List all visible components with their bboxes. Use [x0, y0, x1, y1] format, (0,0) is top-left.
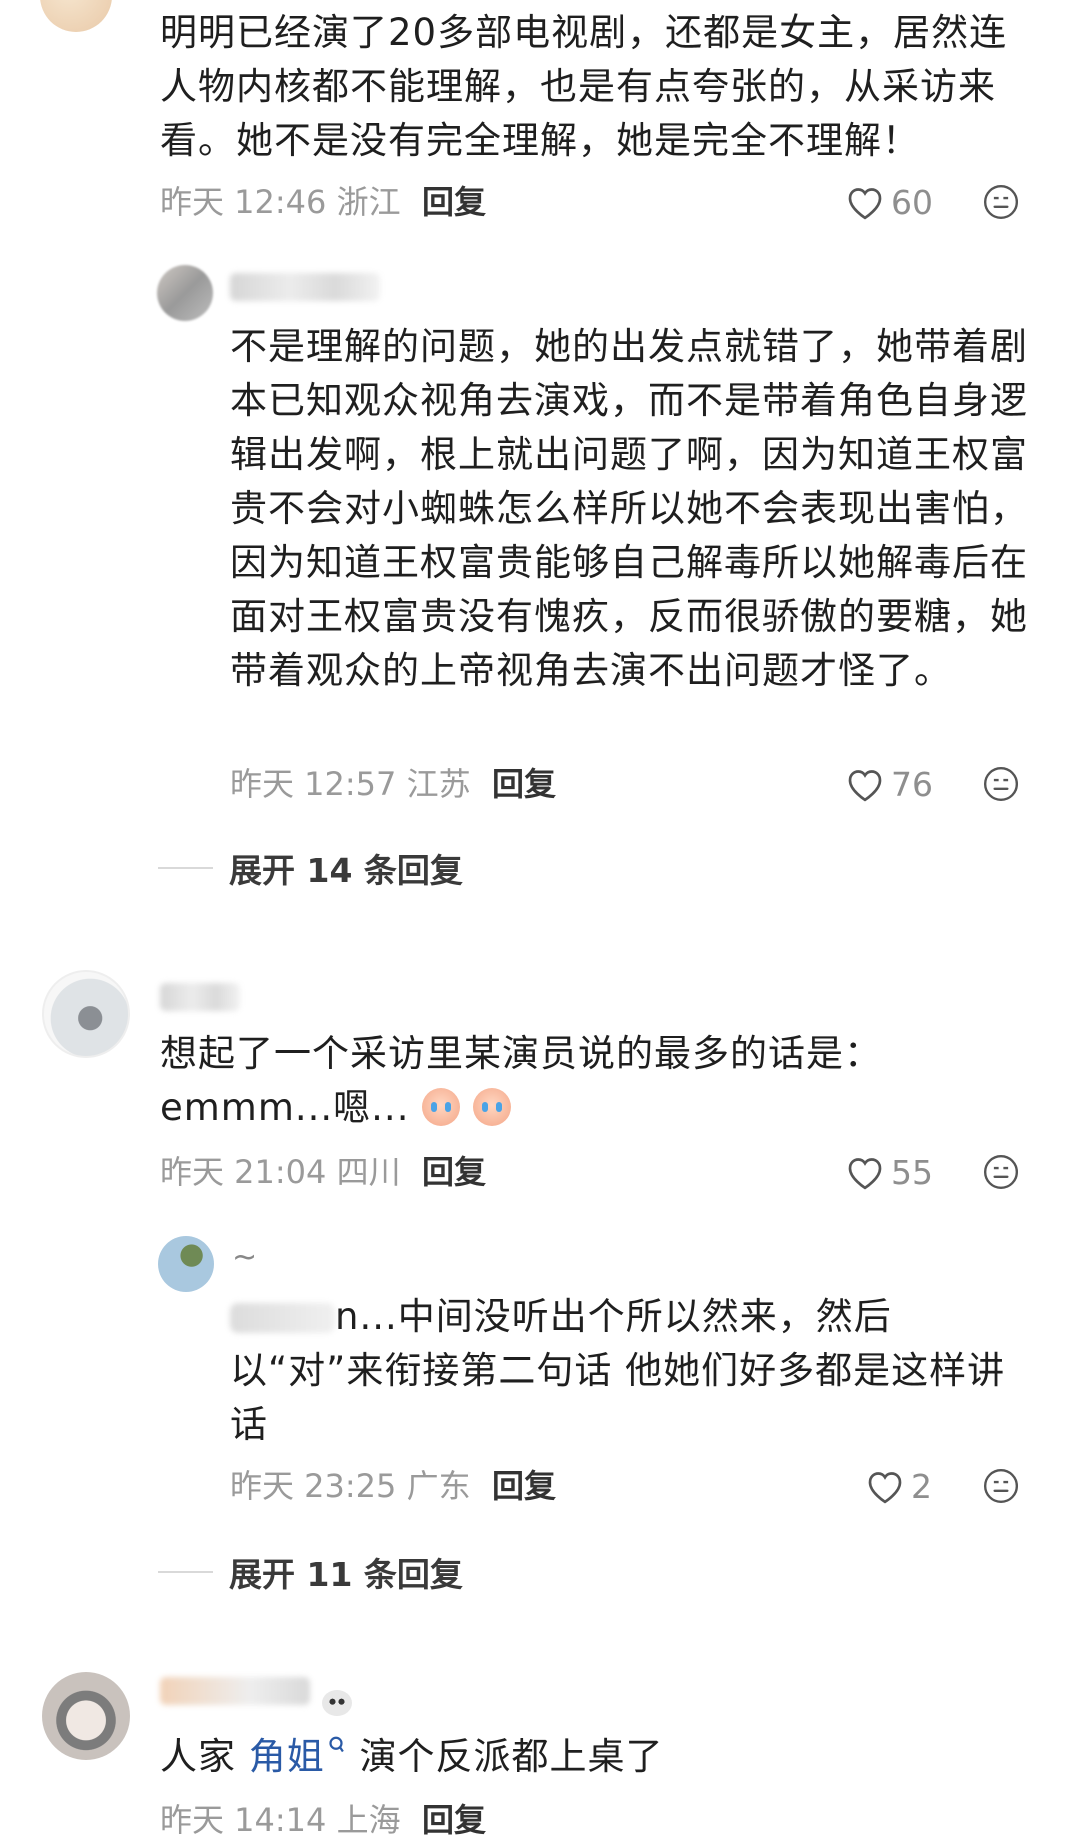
- like-button[interactable]: 2: [865, 1464, 932, 1508]
- like-button[interactable]: 60: [845, 180, 933, 224]
- crying-emoji-icon: [422, 1088, 461, 1126]
- comment-text: 想起了一个采访里某演员说的最多的话是：emmm...嗯...: [160, 1032, 882, 1129]
- like-count: 2: [911, 1466, 932, 1506]
- username-blurred: [230, 273, 380, 301]
- emoji-icon[interactable]: [982, 1467, 1020, 1505]
- like-button[interactable]: 76: [845, 762, 933, 806]
- reply-button[interactable]: 回复: [422, 1152, 486, 1192]
- avatar[interactable]: [40, 0, 112, 32]
- heart-icon: [848, 188, 882, 220]
- expand-replies[interactable]: 展开 11 条回复: [158, 1550, 463, 1594]
- crying-emoji-icon: [473, 1088, 511, 1126]
- divider: [158, 1571, 213, 1573]
- username-blurred: [160, 983, 240, 1011]
- divider: [158, 867, 213, 869]
- expand-replies[interactable]: 展开 14 条回复: [158, 846, 463, 890]
- emoji-icon[interactable]: [982, 1153, 1020, 1191]
- like-count: 60: [891, 182, 933, 222]
- mention-link[interactable]: 角姐: [249, 1735, 325, 1778]
- comment-meta: 昨天 21:04 四川: [160, 1153, 401, 1191]
- reply-text: 不是理解的问题，她的出发点就错了，她带着剧本已知观众视角去演戏，而不是带着角色自…: [230, 325, 1028, 692]
- reply-button[interactable]: 回复: [492, 1466, 556, 1506]
- heart-icon: [848, 770, 882, 802]
- username: ~: [232, 1240, 258, 1275]
- comment-meta: 昨天 14:14 上海: [160, 1801, 401, 1839]
- comment-text: 明明已经演了20多部电视剧，还都是女主，居然连人物内核都不能理解，也是有点夸张的…: [160, 11, 1008, 162]
- avatar[interactable]: [157, 265, 213, 321]
- comment-text: 人家 角姐 演个反派都上桌了: [160, 1735, 664, 1778]
- blurred-mention: [230, 1303, 335, 1333]
- reply-button[interactable]: 回复: [422, 1800, 486, 1840]
- like-count: 76: [891, 764, 933, 804]
- heart-icon: [868, 1472, 902, 1504]
- avatar[interactable]: [42, 970, 130, 1058]
- reply-button[interactable]: 回复: [422, 182, 486, 222]
- like-button[interactable]: 55: [845, 1150, 933, 1194]
- reply-text: n...中间没听出个所以然来，然后以“对”来衔接第二句话 他她们好多都是这样讲话: [230, 1295, 1006, 1446]
- avatar[interactable]: [158, 1236, 214, 1292]
- comment-meta: 昨天 12:46 浙江: [160, 183, 401, 221]
- reply-meta: 昨天 12:57 江苏: [230, 765, 471, 803]
- heart-icon: [848, 1158, 882, 1190]
- avatar[interactable]: [42, 1672, 130, 1760]
- mention-icon: [329, 1736, 344, 1753]
- reply-button[interactable]: 回复: [492, 764, 556, 804]
- reply-meta: 昨天 23:25 广东: [230, 1467, 471, 1505]
- emoji-icon[interactable]: [982, 765, 1020, 803]
- emoji-icon[interactable]: [982, 183, 1020, 221]
- username-blurred: [160, 1677, 310, 1705]
- badge-icon: [322, 1690, 352, 1716]
- like-count: 55: [891, 1152, 933, 1192]
